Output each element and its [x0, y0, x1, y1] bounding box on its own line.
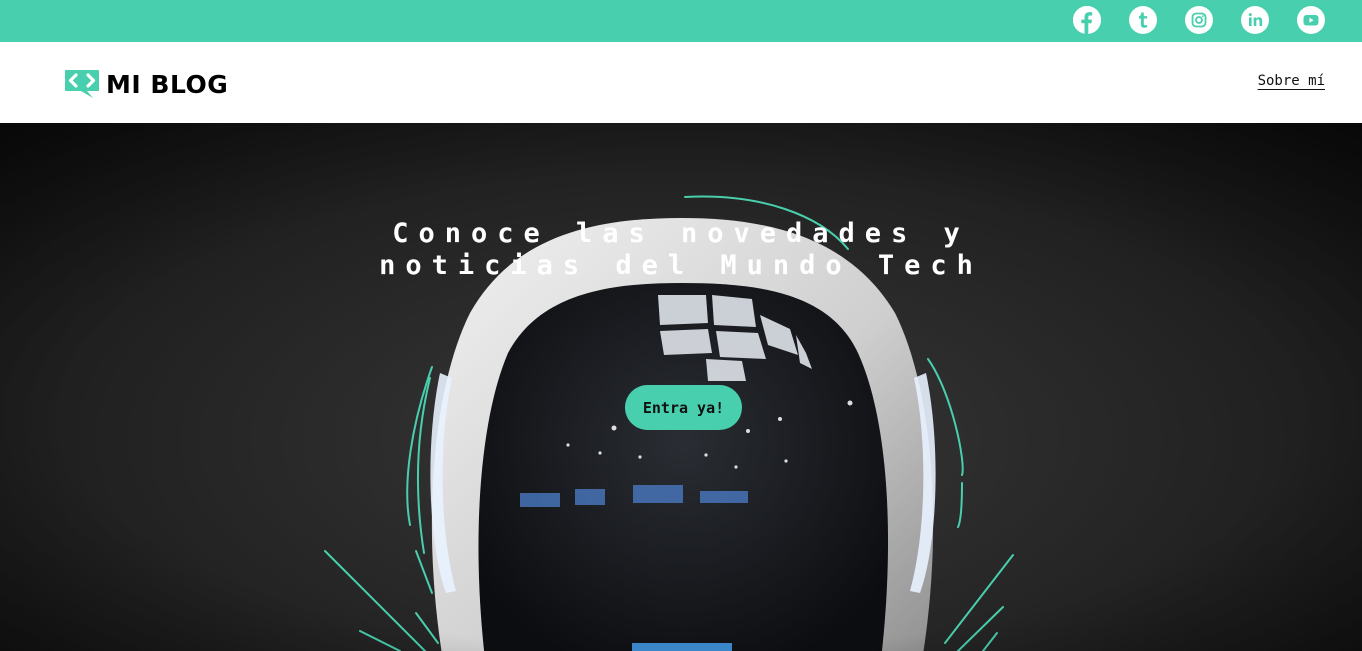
- facebook-link[interactable]: [1073, 6, 1101, 34]
- tumblr-icon: [1139, 12, 1148, 28]
- linkedin-link[interactable]: [1241, 6, 1269, 34]
- hero-title-line1: Conoce las novedades y: [392, 218, 970, 249]
- hero-section: Conoce las novedades y noticias del Mund…: [0, 123, 1362, 651]
- facebook-icon: [1073, 6, 1101, 34]
- hero-title: Conoce las novedades y noticias del Mund…: [331, 218, 1031, 282]
- site-logo[interactable]: MI BLOG: [64, 69, 228, 99]
- nav-about-link[interactable]: Sobre mí: [1258, 73, 1325, 89]
- hero-title-line2: noticias del Mundo Tech: [379, 250, 983, 281]
- instagram-link[interactable]: [1185, 6, 1213, 34]
- social-bar: [0, 0, 1362, 42]
- cta-button[interactable]: Entra ya!: [625, 385, 742, 430]
- tumblr-link[interactable]: [1129, 6, 1157, 34]
- main-navbar: MI BLOG Sobre mí: [0, 42, 1362, 123]
- logo-text: MI BLOG: [106, 69, 229, 99]
- youtube-icon: [1303, 15, 1319, 26]
- linkedin-icon: [1248, 13, 1263, 26]
- youtube-link[interactable]: [1297, 6, 1325, 34]
- code-chat-bubble-icon: [65, 70, 99, 98]
- instagram-icon: [1191, 12, 1207, 28]
